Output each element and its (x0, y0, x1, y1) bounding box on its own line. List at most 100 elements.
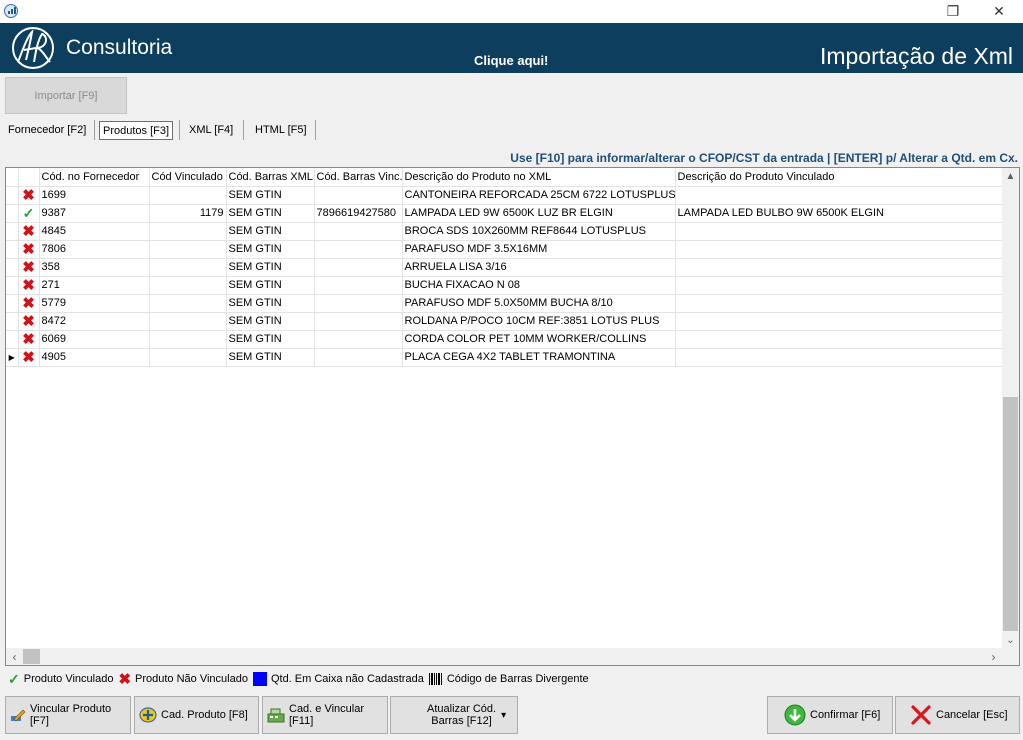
cell-desc-xml[interactable]: PARAFUSO MDF 3.5X16MM (402, 240, 676, 259)
status-cell[interactable]: ✓ (18, 204, 40, 223)
row-indicator[interactable] (6, 312, 19, 331)
cell-desc-xml[interactable]: ARRUELA LISA 3/16 (402, 258, 676, 277)
scroll-down-icon[interactable]: ⌄ (1002, 632, 1019, 649)
cell-barras-xml[interactable]: SEM GTIN (226, 186, 315, 205)
cell-desc-xml[interactable]: CANTONEIRA REFORCADA 25CM 6722 LOTUSPLUS (402, 186, 676, 205)
cell-barras-vinc[interactable] (314, 330, 403, 349)
cancelar-button[interactable]: Cancelar [Esc] (895, 696, 1020, 734)
cell-barras-vinc[interactable] (314, 348, 403, 367)
cell-barras-vinc[interactable] (314, 186, 403, 205)
table-row[interactable]: ✖ 6069 SEM GTIN CORDA COLOR PET 10MM WORKER… (6, 330, 1004, 349)
column-header-desc-xml[interactable]: Descrição do Produto no XML (402, 168, 676, 187)
cell-cod-vinculado[interactable] (149, 312, 227, 331)
cell-desc-xml[interactable]: PARAFUSO MDF 5.0X50MM BUCHA 8/10 (402, 294, 676, 313)
cell-cod-fornecedor[interactable]: 5779 (39, 294, 150, 313)
close-button[interactable]: ✕ (979, 0, 1019, 23)
scroll-up-icon[interactable]: ▲ (1002, 168, 1019, 185)
cell-barras-vinc[interactable] (314, 258, 403, 277)
cell-barras-vinc[interactable] (314, 240, 403, 259)
tab-fornecedor[interactable]: Fornecedor [F2] (8, 119, 86, 141)
cell-cod-vinculado[interactable] (149, 276, 227, 295)
row-indicator[interactable] (6, 294, 19, 313)
cell-desc-xml[interactable]: BUCHA FIXACAO N 08 (402, 276, 676, 295)
cell-desc-vinc[interactable] (675, 312, 1004, 331)
status-cell[interactable]: ✖ (18, 312, 40, 331)
cell-cod-fornecedor[interactable]: 6069 (39, 330, 150, 349)
column-header-barras-xml[interactable]: Cód. Barras XML (226, 168, 315, 187)
status-cell[interactable]: ✖ (18, 294, 40, 313)
cell-desc-vinc[interactable] (675, 276, 1004, 295)
cell-barras-vinc[interactable] (314, 312, 403, 331)
table-row[interactable]: ✖ 271 SEM GTIN BUCHA FIXACAO N 08 (6, 276, 1004, 295)
status-cell[interactable]: ✖ (18, 276, 40, 295)
table-row[interactable]: ✓ 9387 1179 SEM GTIN 7896619427580 LAMPADA LE… (6, 204, 1004, 223)
column-header-desc-vinc[interactable]: Descrição do Produto Vinculado (675, 168, 1004, 187)
import-button[interactable]: Importar [F9] (5, 77, 127, 114)
row-indicator[interactable] (6, 204, 19, 223)
cell-barras-xml[interactable]: SEM GTIN (226, 330, 315, 349)
cell-cod-vinculado[interactable] (149, 348, 227, 367)
table-row[interactable]: ✖ 4845 SEM GTIN BROCA SDS 10X260MM REF8644 … (6, 222, 1004, 241)
cell-cod-fornecedor[interactable]: 4905 (39, 348, 150, 367)
cell-desc-vinc[interactable] (675, 330, 1004, 349)
column-header-cod-vinculado[interactable]: Cód Vinculado (149, 168, 227, 187)
row-indicator[interactable] (6, 240, 19, 259)
cell-barras-vinc[interactable]: 7896619427580 (314, 204, 403, 223)
cell-barras-vinc[interactable] (314, 222, 403, 241)
status-cell[interactable]: ✖ (18, 348, 40, 367)
horizontal-scroll-thumb[interactable] (23, 649, 40, 664)
cell-cod-vinculado[interactable] (149, 240, 227, 259)
vincular-produto-button[interactable]: Vincular Produto [F7] (5, 696, 131, 734)
scroll-right-icon[interactable]: › (985, 648, 1002, 665)
horizontal-scrollbar[interactable]: ‹ › (6, 648, 1019, 665)
column-header-barras-vinc[interactable]: Cód. Barras Vinc. (314, 168, 403, 187)
vertical-scroll-thumb[interactable] (1003, 397, 1018, 631)
tab-xml[interactable]: XML [F4] (189, 119, 233, 141)
cell-cod-fornecedor[interactable]: 7806 (39, 240, 150, 259)
cell-desc-vinc[interactable] (675, 348, 1004, 367)
cell-cod-fornecedor[interactable]: 1699 (39, 186, 150, 205)
cad-e-vincular-button[interactable]: Cad. e Vincular [F11] (262, 696, 388, 734)
status-cell[interactable]: ✖ (18, 186, 40, 205)
cell-desc-xml[interactable]: CORDA COLOR PET 10MM WORKER/COLLINS (402, 330, 676, 349)
restore-button[interactable]: ❐ (933, 0, 973, 23)
tab-produtos[interactable]: Produtos [F3] (99, 121, 174, 140)
cell-cod-vinculado[interactable] (149, 222, 227, 241)
cell-desc-vinc[interactable]: LAMPADA LED BULBO 9W 6500K ELGIN (675, 204, 1004, 223)
cell-cod-vinculado[interactable] (149, 186, 227, 205)
table-row[interactable]: ✖ 7806 SEM GTIN PARAFUSO MDF 3.5X16MM (6, 240, 1004, 259)
table-row[interactable]: ✖ 1699 SEM GTIN CANTONEIRA REFORCADA 25CM 6… (6, 186, 1004, 205)
cell-desc-xml[interactable]: BROCA SDS 10X260MM REF8644 LOTUSPLUS (402, 222, 676, 241)
click-here-link[interactable]: Clique aqui! (474, 53, 548, 68)
cell-cod-fornecedor[interactable]: 271 (39, 276, 150, 295)
atualizar-cod-barras-button[interactable]: Atualizar Cód. Barras [F12] ▾ (390, 696, 518, 734)
row-indicator[interactable] (6, 276, 19, 295)
cell-cod-fornecedor[interactable]: 9387 (39, 204, 150, 223)
cell-barras-xml[interactable]: SEM GTIN (226, 276, 315, 295)
status-cell[interactable]: ✖ (18, 222, 40, 241)
status-cell[interactable]: ✖ (18, 240, 40, 259)
column-header-cod-fornecedor[interactable]: Cód. no Fornecedor (39, 168, 150, 187)
table-row[interactable]: ✖ 5779 SEM GTIN PARAFUSO MDF 5.0X50MM BUCHA… (6, 294, 1004, 313)
cell-desc-vinc[interactable] (675, 240, 1004, 259)
vertical-scrollbar[interactable]: ▲ ⌄ (1002, 168, 1019, 649)
products-grid[interactable]: Cód. no Fornecedor Cód Vinculado Cód. Ba… (5, 167, 1020, 666)
cell-barras-xml[interactable]: SEM GTIN (226, 294, 315, 313)
cell-barras-vinc[interactable] (314, 294, 403, 313)
table-row[interactable]: ▶ ✖ 4905 SEM GTIN PLACA CEGA 4X2 TABLET TRAM… (6, 348, 1004, 367)
cell-cod-vinculado[interactable] (149, 258, 227, 277)
cell-cod-fornecedor[interactable]: 8472 (39, 312, 150, 331)
cell-desc-xml[interactable]: PLACA CEGA 4X2 TABLET TRAMONTINA (402, 348, 676, 367)
dropdown-arrow-icon[interactable]: ▾ (501, 710, 506, 721)
table-row[interactable]: ✖ 8472 SEM GTIN ROLDANA P/POCO 10CM REF:385… (6, 312, 1004, 331)
scroll-left-icon[interactable]: ‹ (6, 648, 23, 665)
cell-desc-vinc[interactable] (675, 294, 1004, 313)
row-indicator[interactable] (6, 186, 19, 205)
cell-barras-xml[interactable]: SEM GTIN (226, 204, 315, 223)
cad-produto-button[interactable]: Cad. Produto [F8] (134, 696, 259, 734)
cell-desc-xml[interactable]: LAMPADA LED 9W 6500K LUZ BR ELGIN (402, 204, 676, 223)
table-row[interactable]: ✖ 358 SEM GTIN ARRUELA LISA 3/16 (6, 258, 1004, 277)
cell-barras-xml[interactable]: SEM GTIN (226, 348, 315, 367)
cell-cod-vinculado[interactable] (149, 330, 227, 349)
status-cell[interactable]: ✖ (18, 330, 40, 349)
